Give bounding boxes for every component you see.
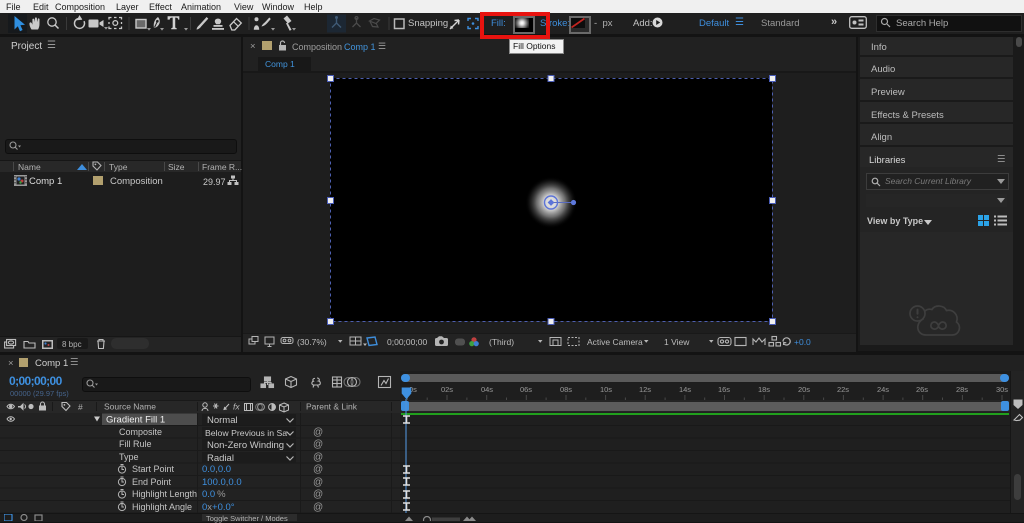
svg-text:Gradient Fill 1: Gradient Fill 1	[106, 415, 165, 426]
svg-text:#: #	[78, 402, 83, 412]
svg-text:fx: fx	[233, 402, 240, 412]
svg-text:Source Name: Source Name	[104, 402, 156, 412]
svg-text:Parent & Link: Parent & Link	[306, 402, 358, 412]
